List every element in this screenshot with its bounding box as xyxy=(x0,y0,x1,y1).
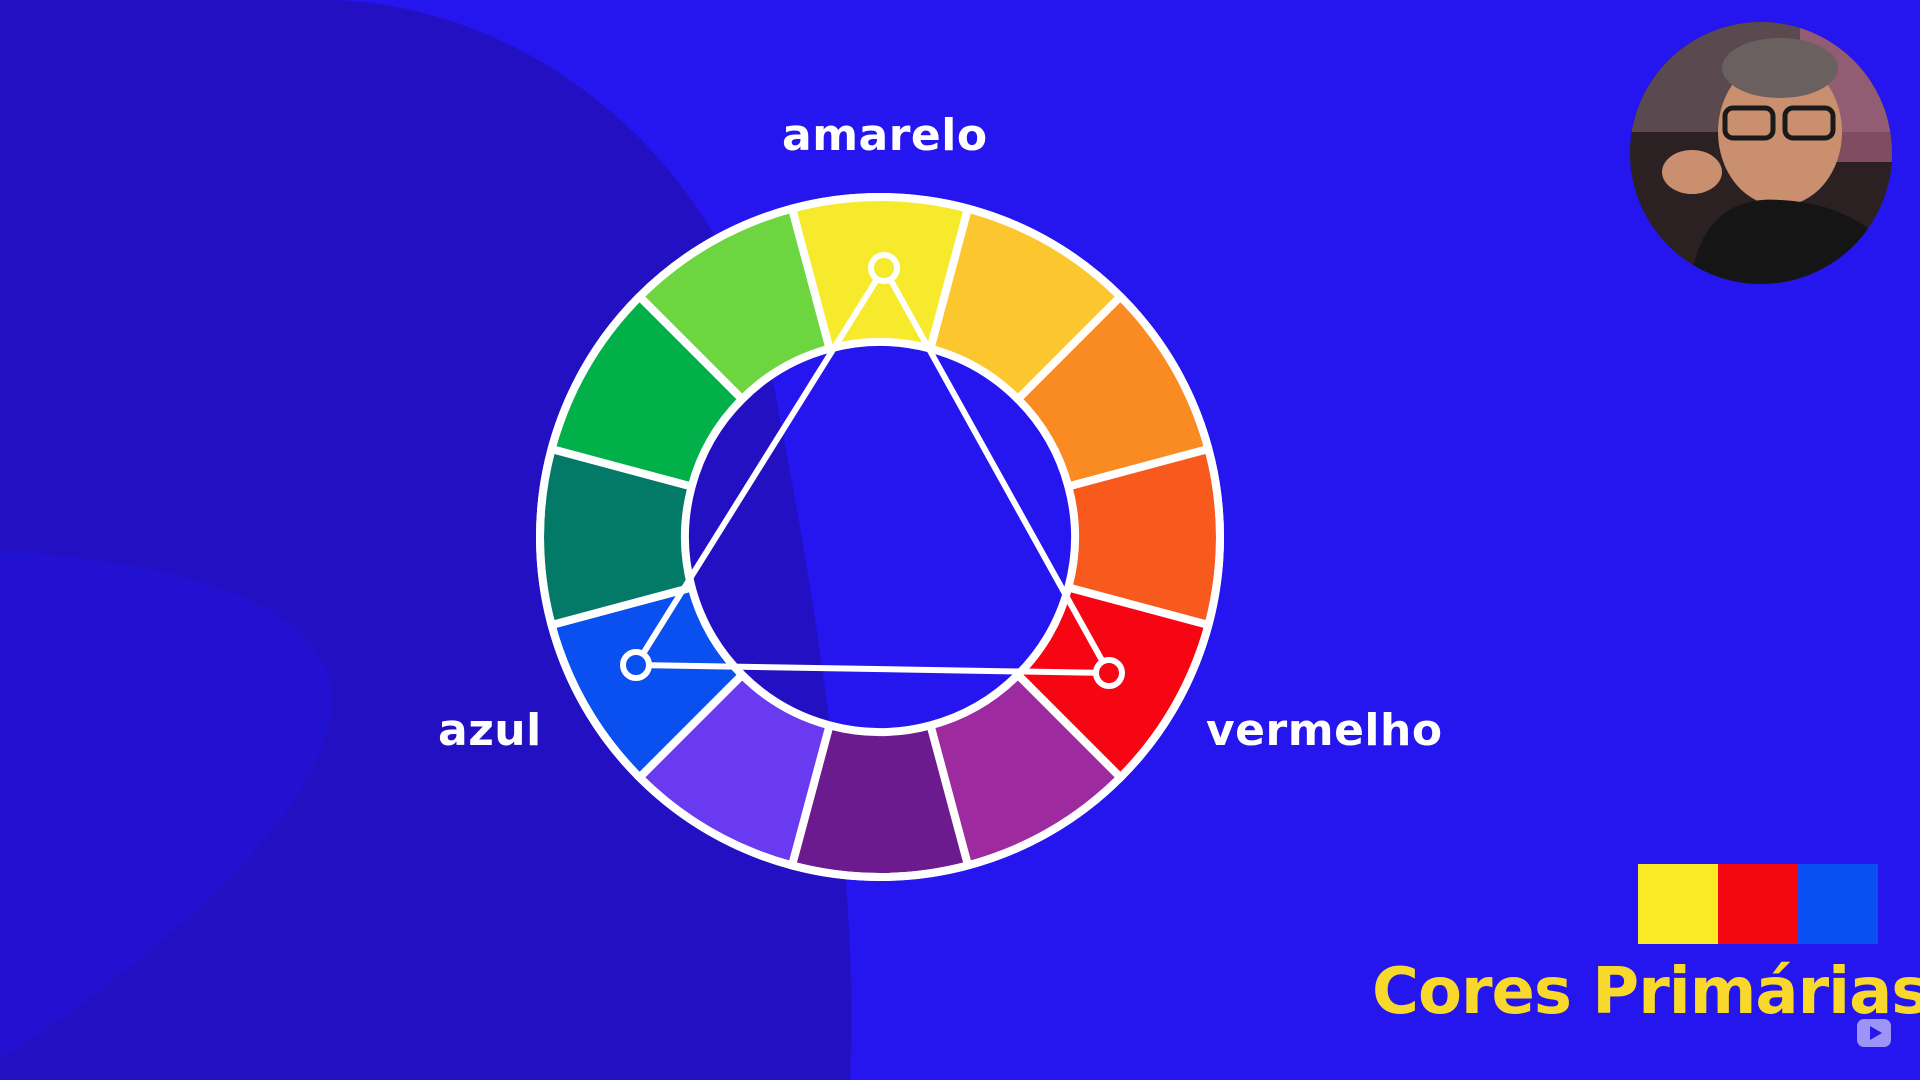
label-vermelho: vermelho xyxy=(1206,705,1443,756)
primary-swatches xyxy=(1638,864,1878,944)
swatch-blue xyxy=(1798,864,1878,944)
vertex-yellow xyxy=(868,252,900,284)
caption-title: Cores Primárias xyxy=(1372,955,1920,1029)
label-amarelo: amarelo xyxy=(782,110,988,161)
swatch-red xyxy=(1718,864,1798,944)
swatch-yellow xyxy=(1638,864,1718,944)
vertex-blue xyxy=(620,649,652,681)
vertex-red xyxy=(1093,657,1125,689)
youtube-play-icon xyxy=(1857,1019,1891,1047)
wheel-segments xyxy=(536,193,1224,881)
label-azul: azul xyxy=(438,705,542,756)
presenter-webcam xyxy=(1630,22,1892,284)
